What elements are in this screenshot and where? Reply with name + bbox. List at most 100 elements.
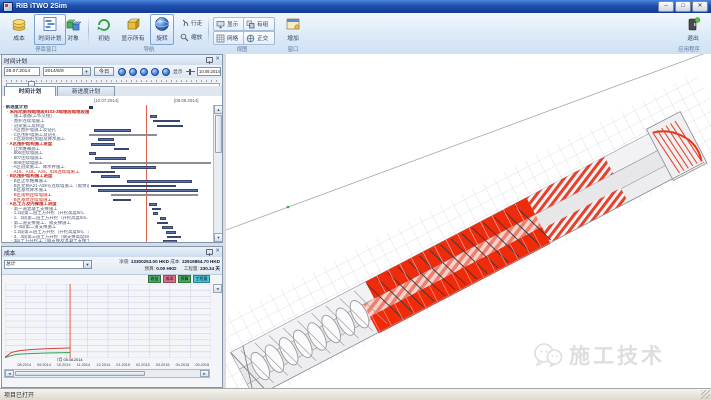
gantt-bar[interactable] xyxy=(89,106,93,109)
legend-chip[interactable]: 预算 xyxy=(178,275,191,283)
status-bar: 项目已打开 xyxy=(0,388,711,400)
group-toggle[interactable]: 有组 xyxy=(243,17,275,31)
watermark: 施工技术 xyxy=(533,340,665,370)
scroll-down-arrow[interactable]: ▼ xyxy=(214,233,222,242)
cost-button[interactable]: 成本 xyxy=(6,14,32,45)
grid-toggle[interactable]: 网格 xyxy=(213,31,245,45)
gantt-bar[interactable] xyxy=(89,162,211,164)
exit-button[interactable]: 退出 xyxy=(680,14,706,45)
wechat-icon xyxy=(533,342,563,368)
x-tick: 08.2014 xyxy=(17,363,31,367)
gantt-bar[interactable] xyxy=(149,203,158,206)
resize-grip[interactable] xyxy=(701,390,710,399)
gantt-bar[interactable] xyxy=(94,129,131,132)
gantt-bar[interactable] xyxy=(91,143,115,146)
gantt-bar[interactable] xyxy=(166,231,176,234)
gantt-bar[interactable] xyxy=(153,212,158,215)
chart-x-axis: 7月 08.08.201408.201409.201410.201411.201… xyxy=(5,358,211,368)
group-label-view: 视图 xyxy=(213,45,271,53)
pin-icon[interactable] xyxy=(206,249,213,255)
gantt-bar[interactable] xyxy=(163,240,177,242)
gantt-bar[interactable] xyxy=(98,138,114,141)
show-scale-label: 显示 xyxy=(173,68,183,75)
scroll-right-arrow[interactable]: ► xyxy=(200,370,209,377)
grid-icon xyxy=(216,34,225,43)
series-收益 xyxy=(5,353,70,358)
pin-icon[interactable] xyxy=(206,57,213,63)
gantt-bar[interactable] xyxy=(127,180,191,183)
nav-orb-2[interactable] xyxy=(129,68,137,76)
gantt-bar[interactable] xyxy=(113,199,132,202)
walk-button[interactable]: 行走 xyxy=(180,17,202,29)
maximize-button[interactable]: □ xyxy=(675,1,691,12)
gantt-bar[interactable] xyxy=(157,222,168,225)
close-panel-icon[interactable]: ✕ xyxy=(215,56,220,63)
close-panel-icon[interactable]: ✕ xyxy=(215,248,220,255)
group-label-nav: 导航 xyxy=(92,45,206,53)
scale-slider-thumb[interactable] xyxy=(189,69,191,75)
nav-orb-1[interactable] xyxy=(118,68,126,76)
gantt-bar[interactable] xyxy=(153,120,179,123)
gantt-bar[interactable] xyxy=(91,171,115,174)
group-label-app: 应用程序 xyxy=(668,45,710,53)
gantt-bar[interactable] xyxy=(98,189,198,192)
combo-arrow-icon[interactable]: ▼ xyxy=(83,261,91,268)
cost-hscrollbar[interactable]: ◄ ► xyxy=(4,369,210,378)
start-date-field[interactable]: 28.07.2014 xyxy=(4,67,40,76)
show-all-button[interactable]: 显示所有 xyxy=(118,14,148,45)
gantt-bar[interactable] xyxy=(152,208,161,211)
gantt-bar[interactable] xyxy=(111,166,156,169)
cost-view-combo[interactable]: 总计 ▼ xyxy=(4,260,92,269)
gantt-vscroll-thumb[interactable] xyxy=(215,115,222,153)
legend-chip[interactable]: 成本 xyxy=(163,275,176,283)
scroll-left-arrow[interactable]: ◄ xyxy=(5,370,14,377)
gantt-bar[interactable] xyxy=(160,217,166,220)
gantt-bar[interactable] xyxy=(91,185,175,188)
group-separator xyxy=(88,16,89,45)
gantt-bar[interactable] xyxy=(150,115,157,118)
tab-timeplan[interactable]: 时间计划 xyxy=(4,86,56,96)
combo-arrow-icon[interactable]: ▼ xyxy=(82,68,90,75)
objects-button[interactable]: 对象 xyxy=(60,14,86,45)
legend-chip[interactable]: 工程量 xyxy=(193,275,210,283)
gantt-bar[interactable] xyxy=(101,175,120,178)
gantt-vscrollbar[interactable]: ▲ ▼ xyxy=(213,105,222,242)
end-date-field[interactable]: 10.09.2014 xyxy=(197,67,221,76)
zoom-button[interactable]: 缩放 xyxy=(180,31,202,43)
add-window-button[interactable]: 增加 xyxy=(280,14,306,45)
initial-view-button[interactable]: 初始 xyxy=(92,14,116,45)
nav-orb-4[interactable] xyxy=(151,68,159,76)
window-title: RIB iTWO 2Sim xyxy=(16,3,67,10)
gantt-bar[interactable] xyxy=(95,157,126,160)
gantt-bar[interactable] xyxy=(111,194,198,196)
minimize-button[interactable]: – xyxy=(658,1,674,12)
date-picker-combo[interactable]: 2014/6/9 ▼ xyxy=(43,67,91,76)
chart-side-button[interactable]: ◄ xyxy=(213,284,222,293)
cost-hscroll-thumb[interactable] xyxy=(15,371,145,376)
overlap-squares-icon xyxy=(246,20,255,29)
gantt-bar[interactable] xyxy=(89,152,96,155)
gantt-bar[interactable] xyxy=(167,236,181,239)
nav-orb-5[interactable] xyxy=(162,68,170,76)
range-start-label: [10.07.2014] xyxy=(94,98,118,103)
group-label-dock: 停靠窗口 xyxy=(6,45,86,53)
monitor-icon xyxy=(216,20,225,29)
scroll-up-arrow[interactable]: ▲ xyxy=(214,105,222,114)
cubes-icon xyxy=(65,16,81,32)
today-button[interactable]: 今日 xyxy=(94,67,114,76)
rotate-button[interactable]: 旋转 xyxy=(150,14,174,45)
walk-icon xyxy=(180,19,189,28)
nav-orb-3[interactable] xyxy=(140,68,148,76)
tab-new-schedule[interactable]: 新进度计划 xyxy=(57,86,115,96)
legend-chip[interactable]: 收益 xyxy=(148,275,161,283)
display-toggle[interactable]: 显示 xyxy=(213,17,245,31)
3d-viewport[interactable]: 施工技术 xyxy=(226,54,711,388)
task-row[interactable]: 3段土方开挖工（钢支撑及混凝土支撑土） xyxy=(3,239,89,242)
watermark-text: 施工技术 xyxy=(569,340,665,370)
gantt-bar[interactable] xyxy=(114,148,129,151)
close-button[interactable]: ✕ xyxy=(692,1,708,12)
ortho-toggle[interactable]: 正交 xyxy=(243,31,275,45)
gantt-bar[interactable] xyxy=(89,134,157,136)
gantt-bar[interactable] xyxy=(162,226,173,229)
gantt-bar[interactable] xyxy=(157,125,183,128)
